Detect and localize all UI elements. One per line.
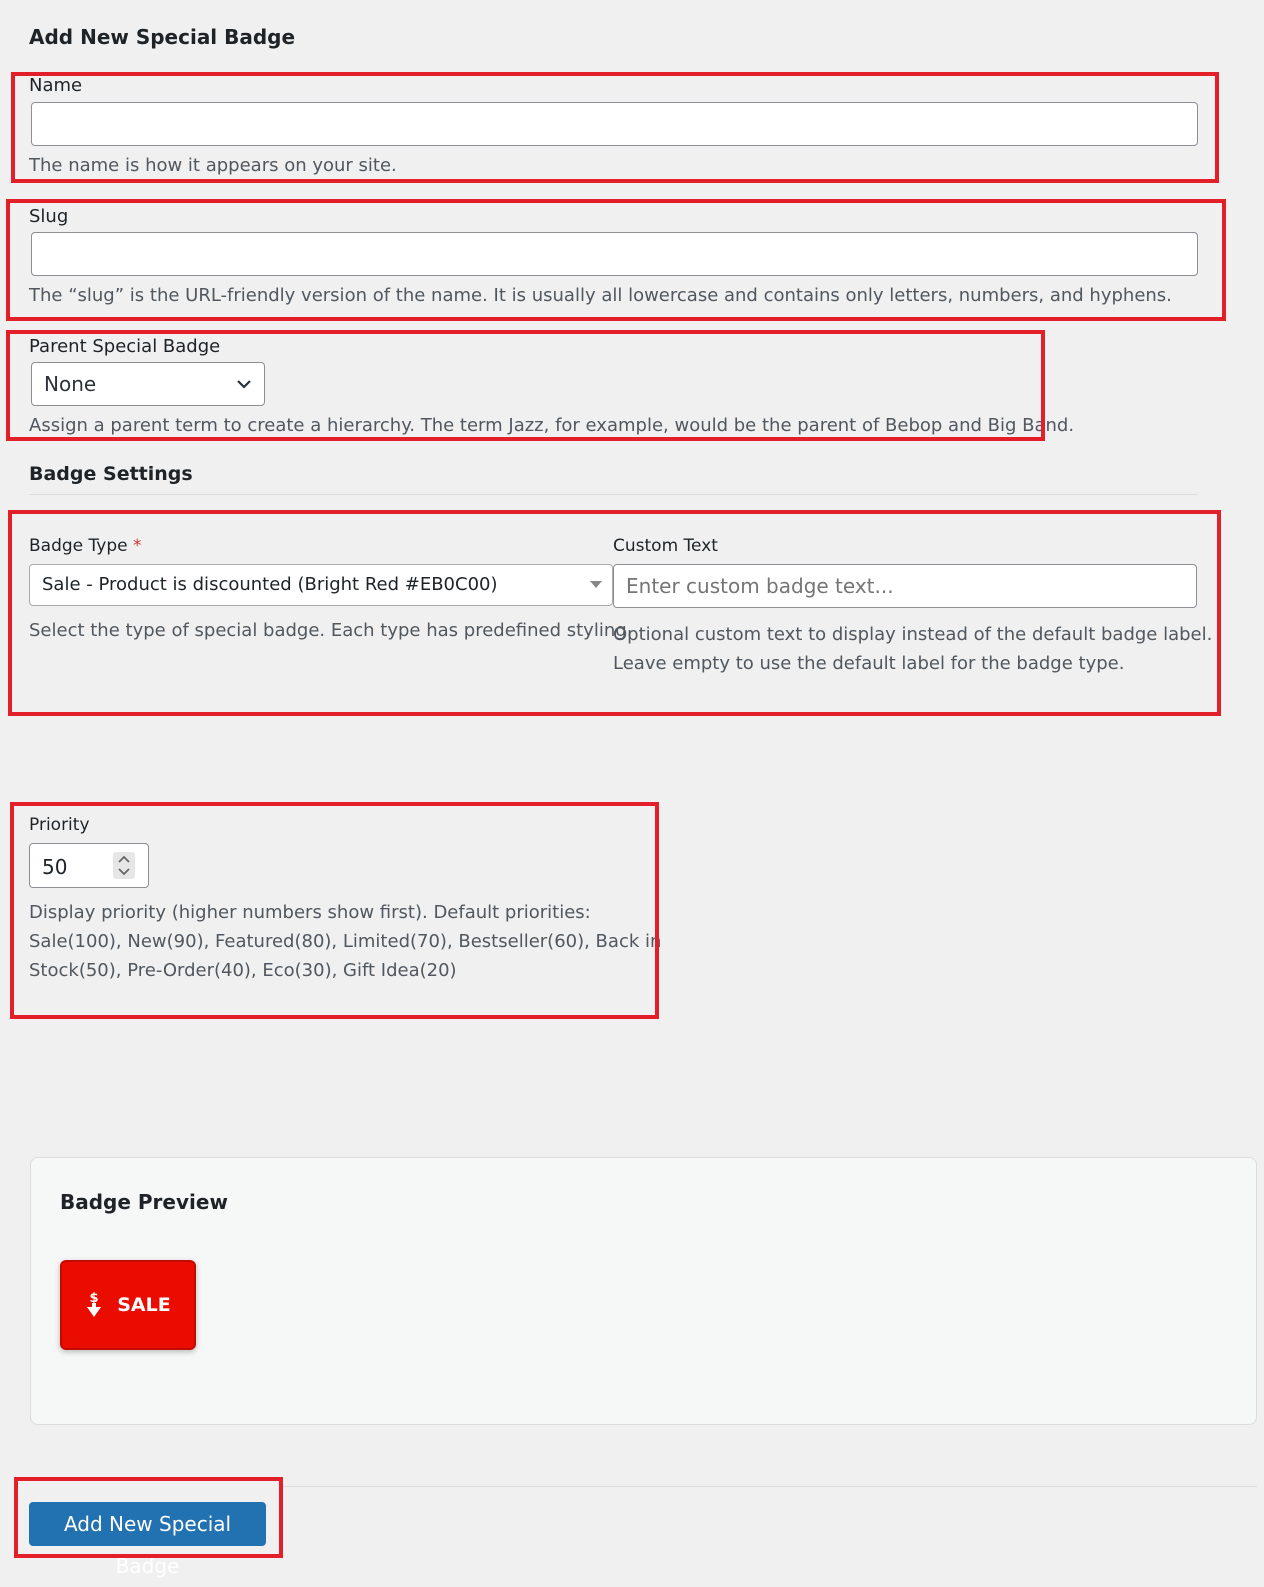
highlight-slug — [6, 199, 1226, 321]
highlight-name — [11, 72, 1219, 183]
dollar-down-arrow-icon: $ — [87, 1291, 102, 1317]
badge-settings-heading: Badge Settings — [29, 463, 193, 485]
badge-preview-heading: Badge Preview — [60, 1190, 228, 1214]
badge-preview-label: SALE — [117, 1294, 171, 1316]
highlight-priority — [10, 802, 659, 1019]
page-title: Add New Special Badge — [29, 25, 296, 49]
badge-preview: $ SALE — [60, 1260, 196, 1350]
highlight-submit — [14, 1477, 283, 1558]
footer-divider — [280, 1486, 1257, 1487]
highlight-badge-type — [8, 510, 1221, 716]
section-divider — [29, 494, 1197, 495]
highlight-parent — [6, 330, 1045, 441]
